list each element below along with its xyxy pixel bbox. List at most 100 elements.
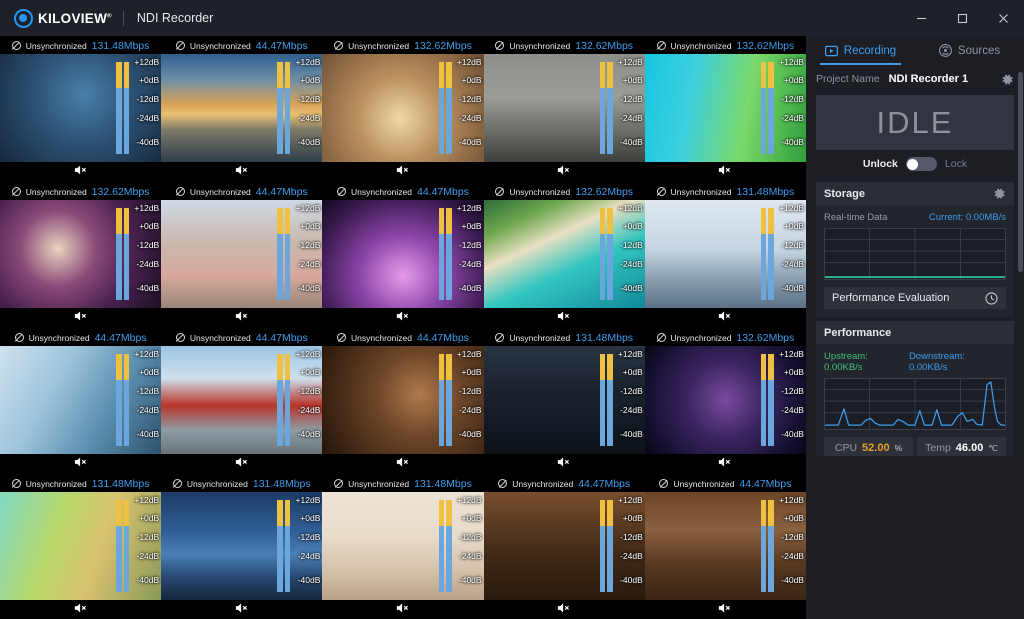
mute-button[interactable] (557, 309, 571, 327)
tile-video-area[interactable]: +12dB+0dB-12dB-24dB-40dB (484, 54, 645, 162)
performance-chart (824, 378, 1006, 430)
tile-thumbnail (161, 346, 322, 454)
tile-video-area[interactable]: +12dB+0dB-12dB-24dB-40dB (322, 54, 483, 162)
video-tile[interactable]: Unsynchronized44.47Mbps+12dB+0dB-12dB-24… (322, 182, 483, 328)
video-tile[interactable]: Unsynchronized132.62Mbps+12dB+0dB-12dB-2… (645, 36, 806, 182)
video-tile[interactable]: Unsynchronized132.62Mbps+12dB+0dB-12dB-2… (0, 182, 161, 328)
tile-video-area[interactable]: +12dB+0dB-12dB-24dB-40dB (645, 200, 806, 308)
mute-speaker-icon (235, 456, 249, 468)
tile-video-area[interactable]: +12dB+0dB-12dB-24dB-40dB (484, 346, 645, 454)
mute-speaker-icon (396, 310, 410, 322)
tile-video-area[interactable]: +12dB+0dB-12dB-24dB-40dB (645, 346, 806, 454)
unsynchronized-icon (12, 479, 21, 488)
mute-button[interactable] (235, 601, 249, 619)
tile-video-area[interactable]: +12dB+0dB-12dB-24dB-40dB (322, 200, 483, 308)
mute-button[interactable] (718, 163, 732, 181)
video-tile[interactable]: Unsynchronized44.47Mbps+12dB+0dB-12dB-24… (161, 36, 322, 182)
panel-scrollbar[interactable] (1018, 72, 1023, 272)
tile-video-area[interactable]: +12dB+0dB-12dB-24dB-40dB (161, 492, 322, 600)
mute-button[interactable] (396, 163, 410, 181)
video-tile[interactable]: Unsynchronized131.48Mbps+12dB+0dB-12dB-2… (161, 474, 322, 619)
video-tile[interactable]: Unsynchronized44.47Mbps+12dB+0dB-12dB-24… (645, 474, 806, 619)
tile-video-area[interactable]: +12dB+0dB-12dB-24dB-40dB (161, 346, 322, 454)
tile-bitrate: 132.62Mbps (92, 186, 150, 198)
video-tile[interactable]: Unsynchronized131.48Mbps+12dB+0dB-12dB-2… (322, 474, 483, 619)
mute-button[interactable] (557, 455, 571, 473)
panel-tabs: Recording Sources (806, 36, 1024, 65)
tile-sync-status: Unsynchronized (26, 41, 87, 51)
storage-section: Storage Real-time Data Current: 0.00MB/s (816, 182, 1014, 317)
unsynchronized-icon (659, 479, 668, 488)
realtime-data-label: Real-time Data (824, 212, 887, 223)
tile-video-area[interactable]: +12dB+0dB-12dB-24dB-40dB (161, 200, 322, 308)
tile-video-area[interactable]: +12dB+0dB-12dB-24dB-40dB (161, 54, 322, 162)
mute-button[interactable] (396, 601, 410, 619)
tile-footer (161, 308, 322, 328)
video-tile[interactable]: Unsynchronized132.62Mbps+12dB+0dB-12dB-2… (645, 328, 806, 474)
video-tile[interactable]: Unsynchronized44.47Mbps+12dB+0dB-12dB-24… (161, 182, 322, 328)
tile-thumbnail (322, 492, 483, 600)
tile-video-area[interactable]: +12dB+0dB-12dB-24dB-40dB (322, 346, 483, 454)
video-tile[interactable]: Unsynchronized132.62Mbps+12dB+0dB-12dB-2… (484, 182, 645, 328)
video-tile[interactable]: Unsynchronized131.48Mbps+12dB+0dB-12dB-2… (0, 474, 161, 619)
recording-status-text: IDLE (877, 105, 954, 141)
tile-video-area[interactable]: +12dB+0dB-12dB-24dB-40dB (484, 492, 645, 600)
tile-sync-status: Unsynchronized (512, 479, 573, 489)
tile-header: Unsynchronized44.47Mbps (484, 474, 645, 492)
mute-button[interactable] (557, 163, 571, 181)
tile-thumbnail (322, 346, 483, 454)
unlock-label: Unlock (863, 158, 898, 170)
tile-video-area[interactable]: +12dB+0dB-12dB-24dB-40dB (484, 200, 645, 308)
project-settings-gear-icon[interactable] (1001, 73, 1014, 86)
tile-thumbnail (0, 200, 161, 308)
mute-button[interactable] (74, 309, 88, 327)
tile-video-area[interactable]: +12dB+0dB-12dB-24dB-40dB (322, 492, 483, 600)
tile-header: Unsynchronized131.48Mbps (322, 474, 483, 492)
stat-temp-value: 46.00 (956, 442, 984, 454)
minimize-button[interactable] (901, 0, 942, 36)
video-tile[interactable]: Unsynchronized131.48Mbps+12dB+0dB-12dB-2… (484, 328, 645, 474)
tile-video-area[interactable]: +12dB+0dB-12dB-24dB-40dB (0, 492, 161, 600)
mute-button[interactable] (235, 455, 249, 473)
tile-video-area[interactable]: +12dB+0dB-12dB-24dB-40dB (0, 200, 161, 308)
ndi-recorder-window: KILOVIEW® NDI Recorder Unsynchronized131… (0, 0, 1024, 619)
video-preview-grid: Unsynchronized131.48Mbps+12dB+0dB-12dB-2… (0, 36, 806, 619)
video-tile[interactable]: Unsynchronized44.47Mbps+12dB+0dB-12dB-24… (484, 474, 645, 619)
tile-footer (0, 600, 161, 619)
tile-video-area[interactable]: +12dB+0dB-12dB-24dB-40dB (645, 492, 806, 600)
tab-recording[interactable]: Recording (806, 36, 915, 65)
performance-evaluation-button[interactable]: Performance Evaluation (824, 287, 1006, 309)
mute-button[interactable] (396, 309, 410, 327)
mute-button[interactable] (235, 309, 249, 327)
video-tile[interactable]: Unsynchronized131.48Mbps+12dB+0dB-12dB-2… (645, 182, 806, 328)
mute-button[interactable] (235, 163, 249, 181)
panel-content: Project Name NDI Recorder 1 IDLE Unlock … (806, 65, 1024, 493)
storage-settings-gear-icon[interactable] (993, 187, 1006, 200)
lock-toggle-row: Unlock Lock (806, 150, 1024, 178)
lock-toggle[interactable] (906, 157, 937, 171)
video-tile[interactable]: Unsynchronized44.47Mbps+12dB+0dB-12dB-24… (161, 328, 322, 474)
video-tile[interactable]: Unsynchronized44.47Mbps+12dB+0dB-12dB-24… (0, 328, 161, 474)
video-tile[interactable]: Unsynchronized132.62Mbps+12dB+0dB-12dB-2… (484, 36, 645, 182)
mute-speaker-icon (74, 456, 88, 468)
mute-button[interactable] (718, 601, 732, 619)
mute-button[interactable] (396, 455, 410, 473)
tile-video-area[interactable]: +12dB+0dB-12dB-24dB-40dB (0, 54, 161, 162)
video-tile[interactable]: Unsynchronized131.48Mbps+12dB+0dB-12dB-2… (0, 36, 161, 182)
tile-video-area[interactable]: +12dB+0dB-12dB-24dB-40dB (645, 54, 806, 162)
mute-button[interactable] (718, 455, 732, 473)
close-button[interactable] (983, 0, 1024, 36)
mute-speaker-icon (557, 164, 571, 176)
mute-button[interactable] (557, 601, 571, 619)
tab-sources[interactable]: Sources (915, 36, 1024, 65)
video-tile[interactable]: Unsynchronized132.62Mbps+12dB+0dB-12dB-2… (322, 36, 483, 182)
video-tile[interactable]: Unsynchronized44.47Mbps+12dB+0dB-12dB-24… (322, 328, 483, 474)
mute-button[interactable] (718, 309, 732, 327)
tile-thumbnail (484, 54, 645, 162)
mute-button[interactable] (74, 455, 88, 473)
mute-button[interactable] (74, 601, 88, 619)
mute-speaker-icon (396, 602, 410, 614)
tile-video-area[interactable]: +12dB+0dB-12dB-24dB-40dB (0, 346, 161, 454)
mute-button[interactable] (74, 163, 88, 181)
maximize-button[interactable] (942, 0, 983, 36)
